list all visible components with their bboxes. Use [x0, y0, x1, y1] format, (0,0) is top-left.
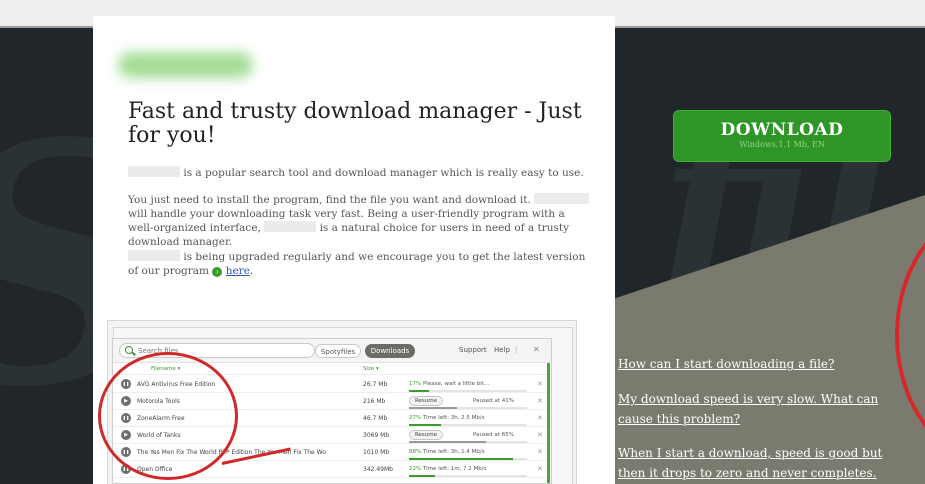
red-highlight-circle — [98, 352, 238, 480]
remove-icon[interactable]: ✕ — [537, 414, 543, 422]
resume-button[interactable]: Resume — [409, 430, 443, 440]
upgrade-period: . — [249, 265, 254, 277]
tab-downloads[interactable]: Downloads — [365, 344, 415, 358]
remove-icon[interactable]: ✕ — [537, 431, 543, 439]
progress-bar-fill — [409, 441, 486, 443]
status-message: Time left: 3h, 2.5 Mb/s — [422, 415, 485, 421]
progress-percent: 88% — [409, 449, 422, 455]
progress-bar — [409, 424, 527, 426]
progress-bar — [409, 390, 527, 392]
download-status: 88% Time left: 3h, 1.4 Mb/s — [409, 447, 527, 460]
file-size: 342.49Mb — [363, 466, 393, 473]
progress-status: 88% Time left: 3h, 1.4 Mb/s — [409, 449, 485, 455]
file-size: 46.7 Mb — [363, 415, 388, 422]
download-status: 17% Please, wait a little bit... — [409, 379, 527, 392]
here-link[interactable]: here — [226, 265, 250, 277]
progress-bar — [409, 475, 527, 477]
faq-link-start-download[interactable]: How can I start downloading a file? — [618, 354, 898, 374]
progress-bar-fill — [409, 407, 458, 409]
redacted-name — [264, 221, 317, 232]
paused-status: Paused at 65% — [473, 432, 514, 438]
progress-bar-fill — [409, 390, 430, 392]
progress-bar — [409, 407, 527, 409]
progress-percent: 17% — [409, 381, 422, 387]
remove-icon[interactable]: ✕ — [537, 448, 543, 456]
faq-link-slow-speed[interactable]: My download speed is very slow. What can… — [618, 389, 898, 429]
progress-bar-fill — [409, 424, 441, 426]
arrow-circle-icon: › — [212, 267, 223, 277]
page: S fil Fast and trusty download manager -… — [0, 0, 925, 484]
file-size: 3069 Mb — [363, 432, 390, 439]
redacted-name — [128, 250, 180, 261]
status-message: Please, wait a little bit... — [422, 381, 490, 387]
page-title: Fast and trusty download manager - Just … — [128, 99, 582, 148]
close-icon[interactable]: ✕ — [533, 345, 540, 354]
download-button[interactable]: DOWNLOAD Windows,1.1 Mb, EN — [673, 110, 891, 162]
download-status: Resume Paused at 65% — [409, 430, 527, 443]
upgrade-text: is being upgraded regularly and we encou… — [128, 251, 586, 277]
install-paragraph: You just need to install the program, fi… — [128, 193, 590, 249]
support-link[interactable]: Support — [459, 346, 487, 354]
progress-bar — [409, 458, 527, 460]
redacted-name — [128, 166, 180, 177]
install-text-a: You just need to install the program, fi… — [128, 194, 531, 206]
file-size: 216 Mb — [363, 398, 386, 405]
progress-percent: 27% — [409, 415, 422, 421]
progress-bar-fill — [409, 475, 435, 477]
upgrade-paragraph: is being upgraded regularly and we encou… — [128, 250, 590, 278]
download-button-label: DOWNLOAD — [720, 120, 844, 140]
blurred-logo — [118, 52, 253, 78]
intro-text: is a popular search tool and download ma… — [183, 167, 584, 179]
progress-status: 27% Time left: 3h, 2.5 Mb/s — [409, 415, 485, 421]
scrollbar[interactable] — [547, 363, 550, 483]
download-status: Resume Paused at 41% — [409, 396, 527, 409]
remove-icon[interactable]: ✕ — [537, 465, 543, 473]
progress-bar-fill — [409, 458, 513, 460]
download-status: 27% Time left: 3h, 2.5 Mb/s — [409, 413, 527, 426]
progress-bar — [409, 441, 527, 443]
faq-link-speed-drops[interactable]: When I start a download, speed is good b… — [618, 443, 898, 484]
file-size: 26.7 Mb — [363, 381, 388, 388]
progress-status: 17% Please, wait a little bit... — [409, 381, 489, 387]
search-icon — [125, 346, 133, 354]
intro-paragraph: is a popular search tool and download ma… — [128, 166, 598, 180]
download-button-sublabel: Windows,1.1 Mb, EN — [739, 140, 825, 149]
status-message: Time left: 3h, 1.4 Mb/s — [422, 449, 485, 455]
download-status: 22% Time left: 1m, 7.2 Mb/s — [409, 464, 527, 477]
redacted-name — [534, 193, 590, 204]
file-size: 1010 Mb — [363, 449, 390, 456]
paused-status: Paused at 41% — [473, 398, 514, 404]
toolbar-separator: | — [515, 346, 518, 354]
remove-icon[interactable]: ✕ — [537, 380, 543, 388]
column-size[interactable]: Size ▾ — [363, 366, 379, 372]
tab-spotyfiles[interactable]: Spotyfiles — [315, 344, 361, 358]
progress-percent: 22% — [409, 466, 422, 472]
resume-button[interactable]: Resume — [409, 396, 443, 406]
remove-icon[interactable]: ✕ — [537, 397, 543, 405]
help-link[interactable]: Help — [494, 346, 510, 354]
progress-status: 22% Time left: 1m, 7.2 Mb/s — [409, 466, 487, 472]
status-message: Time left: 1m, 7.2 Mb/s — [422, 466, 487, 472]
